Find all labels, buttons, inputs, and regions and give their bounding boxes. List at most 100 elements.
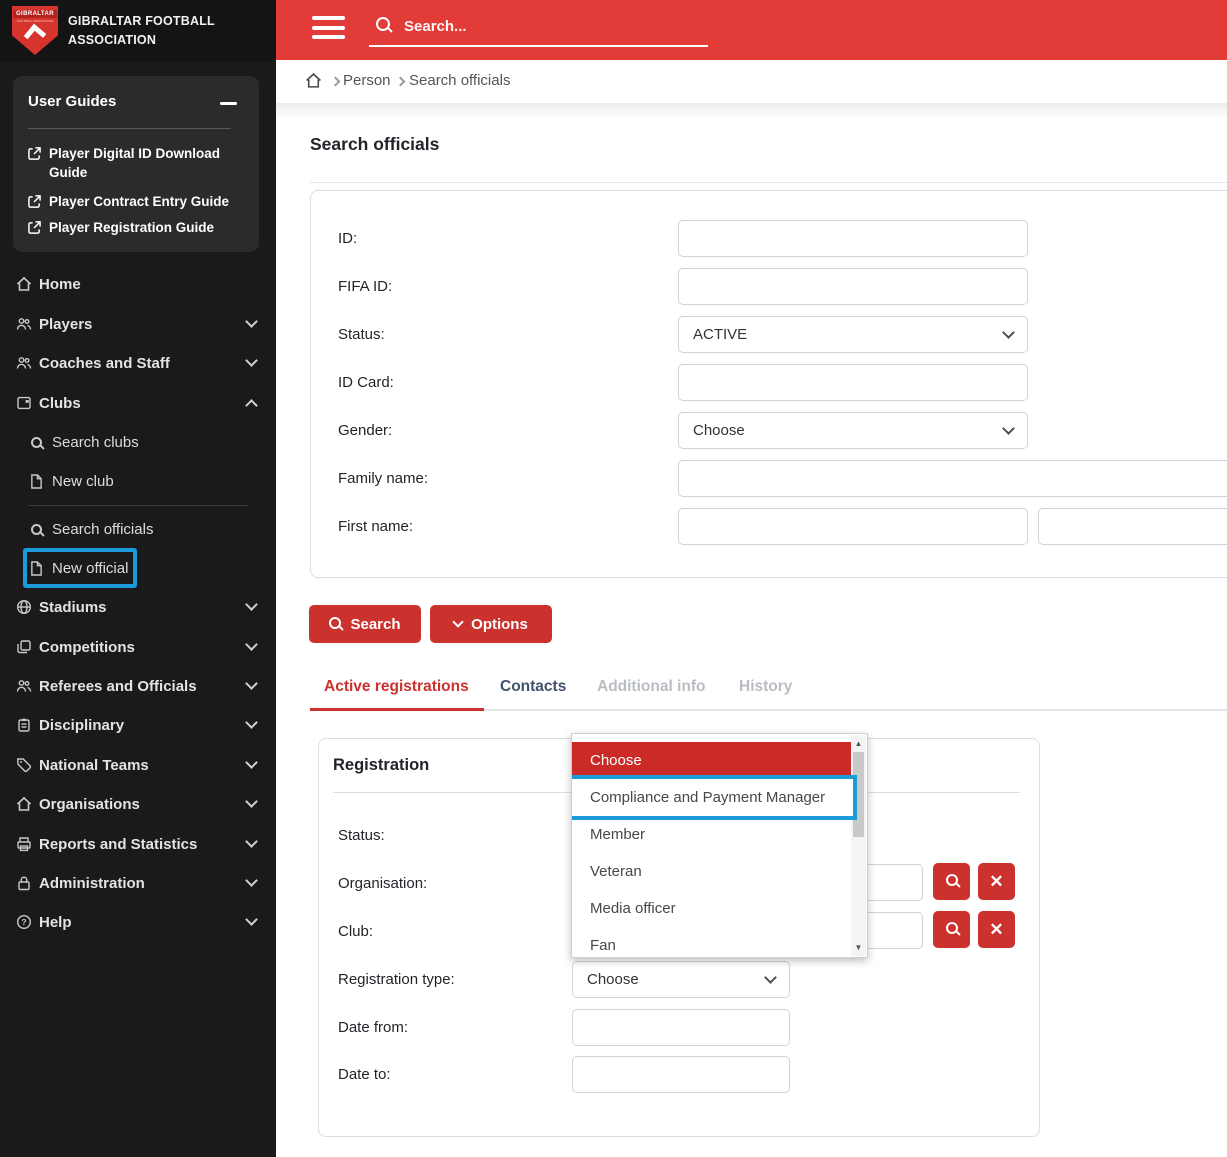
date-to-label: Date to: — [338, 1066, 391, 1083]
external-link-icon — [28, 146, 41, 182]
players-icon — [15, 316, 32, 332]
first-name-label: First name: — [338, 518, 414, 535]
chevron-down-icon — [245, 598, 258, 611]
sidebar-item-reports-and-statistics[interactable]: Reports and Statistics — [0, 827, 276, 861]
scroll-down-arrow[interactable]: ▼ — [851, 943, 866, 952]
app-window: GIBRALTAR FOOTBALL ASSOCIATION GIBRALTAR… — [0, 0, 1227, 1157]
sidebar-item-players[interactable]: Players — [0, 307, 276, 341]
svg-text:?: ? — [21, 917, 26, 927]
hamburger-icon[interactable] — [312, 16, 345, 39]
breadcrumb-item-search-officials[interactable]: Search officials — [409, 72, 510, 89]
sidebar: GIBRALTAR FOOTBALL ASSOCIATION GIBRALTAR… — [0, 0, 276, 1157]
id-field[interactable] — [678, 220, 1028, 257]
active-tab-underline — [310, 708, 484, 711]
dropdown-option-fan[interactable]: Fan — [572, 927, 853, 957]
brand-header: GIBRALTAR FOOTBALL ASSOCIATION GIBRALTAR… — [0, 0, 276, 62]
organisation-search-button[interactable] — [933, 863, 970, 900]
org-name: GIBRALTAR FOOTBALL ASSOCIATION — [68, 14, 215, 47]
chevron-down-icon — [1002, 422, 1015, 435]
close-icon: ✕ — [989, 920, 1004, 939]
search-button[interactable]: Search — [309, 605, 421, 643]
tab-history[interactable]: History — [739, 678, 792, 696]
gfa-logo[interactable]: GIBRALTAR FOOTBALL ASSOCIATION — [12, 6, 58, 55]
breadcrumb-item-person[interactable]: Person — [343, 72, 391, 89]
search-icon — [376, 17, 390, 36]
user-guides-title: User Guides — [28, 93, 117, 110]
sidebar-item-administration[interactable]: Administration — [0, 866, 276, 900]
sidebar-item-help[interactable]: ? Help — [0, 905, 276, 939]
guide-link-contract-entry[interactable]: Player Contract Entry Guide — [28, 192, 246, 213]
dropdown-scrollbar[interactable]: ▲ ▼ — [851, 735, 866, 956]
sidebar-item-home[interactable]: Home — [0, 267, 276, 301]
user-guides-panel: User Guides Player Digital ID Download G… — [13, 76, 259, 252]
sidebar-item-disciplinary[interactable]: Disciplinary — [0, 708, 276, 742]
sidebar-item-national-teams[interactable]: National Teams — [0, 748, 276, 782]
id-card-field[interactable] — [678, 364, 1028, 401]
administration-icon — [15, 875, 32, 891]
chevron-down-icon — [1002, 326, 1015, 339]
tab-active-registrations[interactable]: Active registrations — [324, 678, 469, 696]
dropdown-option-member[interactable]: Member — [572, 816, 853, 853]
chevron-down-icon — [245, 677, 258, 690]
competitions-icon — [15, 639, 32, 655]
sidebar-item-new-club[interactable]: New club — [0, 464, 276, 498]
chevron-up-icon — [245, 399, 258, 412]
national-teams-icon — [15, 757, 32, 773]
coaches-icon — [15, 355, 32, 371]
divider — [28, 128, 231, 129]
sidebar-item-stadiums[interactable]: Stadiums — [0, 590, 276, 624]
date-to-field[interactable] — [572, 1056, 790, 1093]
chevron-down-icon — [245, 835, 258, 848]
global-search-input[interactable] — [404, 12, 704, 40]
tab-additional-info[interactable]: Additional info — [597, 678, 705, 696]
club-clear-button[interactable]: ✕ — [978, 911, 1015, 948]
tab-contacts[interactable]: Contacts — [500, 678, 566, 696]
guide-link-player-digital-id[interactable]: Player Digital ID Download Guide — [28, 144, 246, 182]
status-label: Status: — [338, 326, 385, 343]
fifa-id-field[interactable] — [678, 268, 1028, 305]
organisation-label: Organisation: — [338, 875, 428, 892]
family-name-field[interactable] — [678, 460, 1227, 497]
chevron-down-icon — [764, 971, 777, 984]
dropdown-option-choose[interactable]: Choose — [572, 742, 853, 779]
id-label: ID: — [338, 230, 358, 247]
status-select[interactable]: ACTIVE — [678, 316, 1028, 353]
sidebar-item-search-clubs[interactable]: Search clubs — [0, 425, 276, 459]
sidebar-item-referees-and-officials[interactable]: Referees and Officials — [0, 669, 276, 703]
search-icon — [945, 874, 958, 889]
top-header — [276, 0, 1227, 60]
options-button[interactable]: Options — [430, 605, 552, 643]
gender-select[interactable]: Choose — [678, 412, 1028, 449]
dropdown-option-veteran[interactable]: Veteran — [572, 853, 853, 890]
scrollbar-thumb[interactable] — [853, 752, 864, 837]
annotation-box-new-official — [23, 548, 137, 588]
sidebar-item-competitions[interactable]: Competitions — [0, 630, 276, 664]
sidebar-item-clubs[interactable]: Clubs — [0, 386, 276, 420]
organisation-clear-button[interactable]: ✕ — [978, 863, 1015, 900]
registration-title: Registration — [333, 756, 430, 774]
logo-text: GIBRALTAR — [12, 10, 58, 18]
registration-type-label: Registration type: — [338, 971, 455, 988]
collapse-minus-icon[interactable] — [220, 102, 237, 105]
dropdown-option-media-officer[interactable]: Media officer — [572, 890, 853, 927]
date-from-field[interactable] — [572, 1009, 790, 1046]
page-title: Search officials — [310, 134, 440, 154]
home-icon — [15, 276, 32, 292]
status-dropdown-list: Choose Compliance and Payment Manager Me… — [571, 733, 868, 958]
gender-label: Gender: — [338, 422, 393, 439]
external-link-icon — [28, 220, 41, 239]
guide-link-registration[interactable]: Player Registration Guide — [28, 218, 246, 239]
date-from-label: Date from: — [338, 1019, 409, 1036]
first-name-secondary-field[interactable] — [1038, 508, 1227, 545]
sidebar-item-search-officials[interactable]: Search officials — [0, 512, 276, 546]
scroll-up-arrow[interactable]: ▲ — [851, 739, 866, 748]
sidebar-item-coaches-and-staff[interactable]: Coaches and Staff — [0, 346, 276, 380]
chevron-down-icon — [245, 315, 258, 328]
sidebar-item-organisations[interactable]: Organisations — [0, 787, 276, 821]
club-search-button[interactable] — [933, 911, 970, 948]
breadcrumb-home-icon[interactable] — [305, 72, 322, 94]
chevron-down-icon — [245, 756, 258, 769]
dropdown-option-compliance-and-payment-manager[interactable]: Compliance and Payment Manager — [572, 775, 857, 820]
first-name-field[interactable] — [678, 508, 1028, 545]
registration-type-select[interactable]: Choose — [572, 961, 790, 998]
